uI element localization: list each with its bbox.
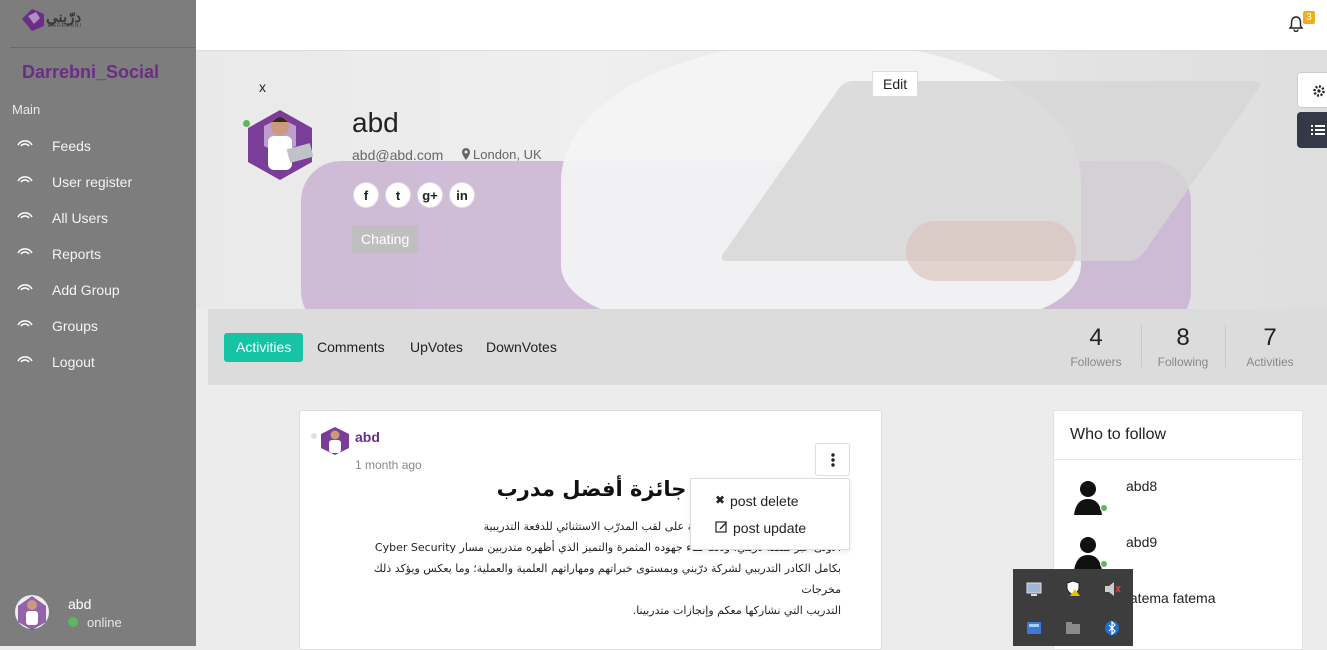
- panel-title: Who to follow: [1070, 426, 1167, 443]
- system-tray-overflow: [1013, 569, 1133, 646]
- post-delete-menu-item[interactable]: post delete: [730, 493, 799, 509]
- bluetooth-icon[interactable]: [1103, 620, 1121, 636]
- online-status-dot: [1100, 560, 1108, 568]
- brand-title[interactable]: Darrebni_Social: [22, 62, 159, 83]
- facebook-icon[interactable]: f: [353, 182, 379, 208]
- chat-button[interactable]: Chating: [352, 225, 419, 253]
- sidebar-item-label: Add Group: [52, 282, 120, 298]
- sidebar-user-status: online: [87, 615, 122, 630]
- stat-following[interactable]: 8 Following: [1141, 323, 1225, 369]
- sidebar-divider: [10, 47, 196, 48]
- post-body-line: التدريب التي نشاركها معكم وإنجازات متدرب…: [632, 604, 841, 617]
- sidebar-item-label: Logout: [52, 354, 95, 370]
- folder-icon[interactable]: [1064, 620, 1082, 636]
- tab-comments[interactable]: Comments: [305, 333, 397, 362]
- profile-location: London, UK: [473, 147, 542, 162]
- close-button[interactable]: x: [259, 79, 266, 95]
- stat-divider: [1225, 325, 1226, 367]
- sidebar-item-user-register[interactable]: User register: [0, 164, 196, 200]
- post-author[interactable]: abd: [355, 429, 380, 445]
- sidebar-section-label: Main: [12, 102, 41, 117]
- stat-value: 8: [1176, 324, 1190, 351]
- linkedin-icon[interactable]: in: [449, 182, 475, 208]
- post-update-menu-item[interactable]: post update: [733, 520, 806, 536]
- map-marker-icon: [462, 148, 470, 160]
- stat-value: 7: [1263, 324, 1277, 351]
- profile-tabs-bar: Activities Comments UpVotes DownVotes 4 …: [208, 309, 1327, 385]
- wifi-icon: [17, 320, 33, 327]
- shield-warning-icon[interactable]: [1064, 580, 1082, 596]
- sidebar-item-label: Groups: [52, 318, 98, 334]
- stat-followers[interactable]: 4 Followers: [1054, 323, 1138, 369]
- tab-upvotes[interactable]: UpVotes: [398, 333, 475, 362]
- avatar[interactable]: [14, 592, 50, 632]
- post-options-menu: ✖ post delete post update: [690, 478, 850, 550]
- notification-badge: 3: [1303, 11, 1315, 24]
- sidebar-item-feeds[interactable]: Feeds: [0, 128, 196, 164]
- monitor-icon[interactable]: [1025, 581, 1043, 597]
- profile-avatar[interactable]: [244, 106, 316, 184]
- follow-suggestion-name[interactable]: fatema fatema: [1126, 590, 1216, 606]
- panel-divider: [1054, 459, 1304, 460]
- follow-suggestion-name[interactable]: abd9: [1126, 534, 1157, 550]
- sidebar-item-label: All Users: [52, 210, 109, 226]
- stat-label: Following: [1157, 355, 1209, 369]
- sidebar-item-add-group[interactable]: Add Group: [0, 272, 196, 308]
- avatar[interactable]: [318, 425, 352, 457]
- sidebar-item-reports[interactable]: Reports: [0, 236, 196, 272]
- vertical-dots-icon: [831, 453, 835, 467]
- wifi-icon: [17, 212, 33, 219]
- sidebar: درّبني DARREBNI Darrebni_Social Main Fee…: [0, 0, 196, 646]
- profile-name: abd: [352, 107, 399, 138]
- wifi-icon: [17, 140, 33, 147]
- online-status-dot: [1100, 504, 1108, 512]
- sidebar-item-label: Reports: [52, 246, 102, 262]
- bell-icon[interactable]: [1288, 15, 1304, 32]
- online-status-dot: [243, 120, 250, 127]
- wifi-icon: [17, 284, 33, 291]
- top-bar: 3: [196, 0, 1327, 51]
- stat-label: Followers: [1070, 355, 1122, 369]
- profile-cover: x Edit abd abd@abd.com London, UK f t g+…: [196, 51, 1327, 309]
- sidebar-item-label: User register: [52, 174, 133, 190]
- sidebar-item-groups[interactable]: Groups: [0, 308, 196, 344]
- post-timestamp: 1 month ago: [355, 458, 422, 472]
- sidebar-item-logout[interactable]: Logout: [0, 344, 196, 380]
- wifi-icon: [17, 248, 33, 255]
- online-status-dot: [68, 617, 78, 627]
- edit-icon: [715, 521, 727, 533]
- gear-icon: [1313, 85, 1325, 97]
- wifi-icon: [17, 356, 33, 363]
- cover-image-hand: [906, 221, 1076, 281]
- times-icon: ✖: [715, 493, 726, 507]
- speaker-icon[interactable]: [1103, 581, 1121, 597]
- list-toggle[interactable]: [1297, 112, 1327, 148]
- wifi-icon: [17, 176, 33, 183]
- sidebar-item-label: Feeds: [52, 138, 91, 154]
- profile-email: abd@abd.com: [352, 147, 444, 163]
- logo-subtext: DARREBNI: [48, 23, 82, 29]
- tab-activities[interactable]: Activities: [224, 333, 304, 362]
- default-avatar-icon[interactable]: [1072, 533, 1104, 571]
- sidebar-user-name: abd: [68, 596, 92, 612]
- stat-activities[interactable]: 7 Activities: [1228, 323, 1312, 369]
- default-avatar-icon[interactable]: [1072, 477, 1104, 515]
- status-dot: [311, 433, 317, 439]
- tab-downvotes[interactable]: DownVotes: [474, 333, 569, 362]
- sidebar-nav: Feeds User register All Users Reports Ad…: [0, 128, 196, 380]
- stat-label: Activities: [1246, 355, 1294, 369]
- follow-suggestion-name[interactable]: abd8: [1126, 478, 1157, 494]
- twitter-icon[interactable]: t: [385, 182, 411, 208]
- stat-value: 4: [1089, 324, 1103, 351]
- list-icon: [1311, 125, 1325, 135]
- network-icon[interactable]: [1025, 620, 1043, 636]
- post-body-line: بكامل الكادر التدريبي لشركة درّبني وبمست…: [373, 562, 841, 596]
- post-menu-button[interactable]: [815, 443, 850, 476]
- settings-toggle[interactable]: [1297, 72, 1327, 108]
- google-plus-icon[interactable]: g+: [417, 182, 443, 208]
- sidebar-item-all-users[interactable]: All Users: [0, 200, 196, 236]
- edit-cover-button[interactable]: Edit: [872, 71, 919, 97]
